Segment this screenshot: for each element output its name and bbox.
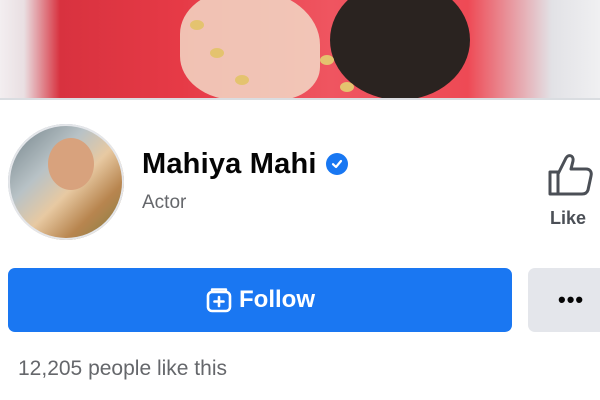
profile-name-row: Mahiya Mahi <box>142 146 348 182</box>
page-likes-count: 12,205 people like this <box>18 357 227 380</box>
page-category: Actor <box>142 192 187 213</box>
thumbs-up-icon <box>548 154 593 196</box>
cover-pattern-dot <box>210 48 224 58</box>
follow-label: Follow <box>239 286 315 313</box>
cover-pattern-dot <box>190 20 204 30</box>
profile-avatar[interactable] <box>8 124 124 240</box>
follow-button[interactable]: Follow <box>8 268 512 332</box>
cover-photo-hands <box>180 0 320 98</box>
like-button[interactable]: Like <box>538 150 600 232</box>
more-options-icon: ••• <box>558 287 585 312</box>
cover-pattern-dot <box>235 75 249 85</box>
follow-icon <box>206 288 232 313</box>
verified-badge-icon <box>325 153 348 175</box>
cover-pattern-dot <box>320 55 334 65</box>
cover-pattern-dot <box>340 82 354 92</box>
more-options-button[interactable]: ••• <box>528 268 600 332</box>
like-label: Like <box>550 208 587 228</box>
cover-photo[interactable] <box>0 0 600 98</box>
cover-divider <box>0 98 600 100</box>
page-title[interactable]: Mahiya Mahi <box>142 148 317 181</box>
